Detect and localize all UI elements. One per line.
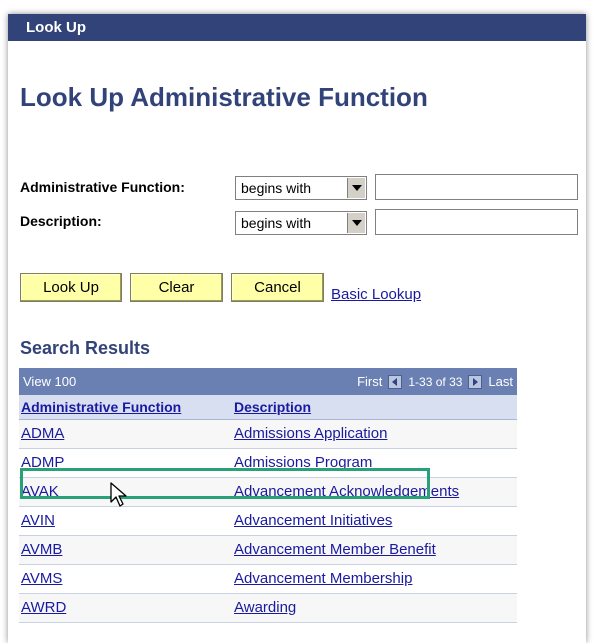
chevron-down-icon[interactable]: [347, 178, 365, 198]
clear-button[interactable]: Clear: [130, 273, 223, 302]
grid-nav-bar: View 100 First 1-33 of 33 Last: [19, 368, 517, 395]
description-operator-select[interactable]: begins with: [235, 211, 367, 235]
lookup-button[interactable]: Look Up: [20, 273, 122, 302]
description-input[interactable]: [375, 209, 578, 235]
previous-arrow-icon[interactable]: [388, 374, 403, 389]
description-link[interactable]: Admissions Application: [234, 425, 387, 442]
description-link[interactable]: Advancement Member Benefit: [234, 541, 436, 558]
mouse-pointer-icon: [110, 482, 127, 507]
torn-edge-decoration: [8, 627, 586, 643]
admin-function-operator-value: begins with: [241, 180, 312, 196]
last-link[interactable]: Last: [488, 374, 513, 389]
cancel-button[interactable]: Cancel: [231, 273, 324, 302]
admin-function-link[interactable]: AVMB: [21, 541, 62, 558]
admin-function-link[interactable]: ADMA: [21, 425, 64, 442]
admin-function-label: Administrative Function:: [20, 179, 185, 195]
admin-function-operator-select[interactable]: begins with: [235, 176, 367, 200]
admin-function-link[interactable]: AVIN: [21, 512, 55, 529]
row-range: 1-33 of 33: [408, 374, 463, 389]
chevron-down-icon[interactable]: [347, 213, 365, 233]
admin-function-input[interactable]: [375, 174, 578, 200]
description-label: Description:: [20, 213, 102, 229]
search-results-title: Search Results: [20, 338, 151, 358]
table-row: AVMS Advancement Membership: [19, 565, 517, 594]
lookup-window: Look Up Look Up Administrative Function …: [8, 14, 586, 643]
basic-lookup-link[interactable]: Basic Lookup: [331, 286, 421, 303]
admin-function-link[interactable]: AVMS: [21, 570, 62, 587]
table-row: AVMB Advancement Member Benefit: [19, 536, 517, 565]
description-operator-value: begins with: [241, 215, 312, 231]
first-link[interactable]: First: [357, 374, 382, 389]
column-header-admin-function[interactable]: Administrative Function: [19, 395, 232, 419]
view-all-link[interactable]: View 100: [23, 374, 76, 389]
page-title: Look Up Administrative Function: [20, 82, 428, 112]
grid-body: ADMA Admissions Application ADMP Admissi…: [19, 420, 517, 623]
selection-highlight: [20, 468, 430, 499]
window-title-bar: Look Up: [8, 14, 586, 41]
column-header-description[interactable]: Description: [232, 395, 517, 419]
next-arrow-icon[interactable]: [468, 374, 483, 389]
grid-header-row: Administrative Function Description: [19, 395, 517, 420]
table-row: ADMA Admissions Application: [19, 420, 517, 449]
description-link[interactable]: Advancement Initiatives: [234, 512, 392, 529]
table-row: AVIN Advancement Initiatives: [19, 507, 517, 536]
description-link[interactable]: Advancement Membership: [234, 570, 412, 587]
